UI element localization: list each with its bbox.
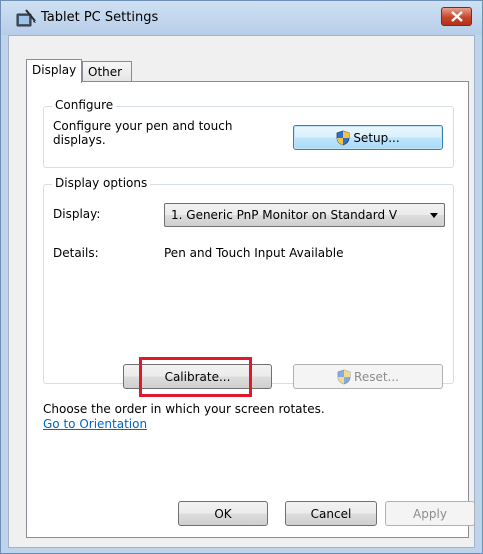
go-to-orientation-link[interactable]: Go to Orientation	[43, 417, 147, 431]
ok-button-label: OK	[214, 506, 232, 521]
configure-group: Configure Configure your pen and touch d…	[43, 98, 454, 168]
display-dropdown-value: 1. Generic PnP Monitor on Standard V	[171, 208, 398, 222]
display-tab-panel: Configure Configure your pen and touch d…	[26, 81, 469, 538]
tab-other-label: Other	[88, 65, 123, 79]
title-bar[interactable]: Tablet PC Settings	[1, 1, 482, 35]
tablet-pc-settings-window: Tablet PC Settings Display Other Configu…	[0, 0, 483, 554]
uac-shield-icon	[336, 130, 350, 145]
display-options-group-title: Display options	[52, 176, 151, 190]
chevron-down-icon	[430, 213, 438, 218]
dialog-client-area: Display Other Configure Configure your p…	[8, 35, 475, 548]
details-value: Pen and Touch Input Available	[164, 246, 344, 260]
window-title: Tablet PC Settings	[41, 10, 159, 25]
orientation-description: Choose the order in which your screen ro…	[43, 402, 325, 416]
setup-button-label: Setup...	[353, 130, 400, 145]
cancel-button[interactable]: Cancel	[285, 501, 377, 526]
reset-button-label: Reset...	[354, 369, 399, 384]
tab-other[interactable]: Other	[82, 61, 132, 83]
close-button[interactable]	[441, 7, 472, 26]
display-dropdown[interactable]: 1. Generic PnP Monitor on Standard V	[164, 203, 445, 227]
cancel-button-label: Cancel	[310, 506, 352, 521]
display-options-group: Display options Display: 1. Generic PnP …	[43, 176, 454, 397]
uac-shield-icon	[337, 369, 351, 384]
apply-button[interactable]: Apply	[385, 501, 475, 526]
calibrate-button-label: Calibrate...	[164, 369, 231, 384]
tab-display[interactable]: Display	[26, 59, 82, 83]
configure-description-line1: Configure your pen and touch	[53, 119, 233, 133]
details-label: Details:	[53, 246, 99, 260]
calibrate-button[interactable]: Calibrate...	[123, 364, 272, 389]
tab-display-label: Display	[32, 63, 77, 77]
apply-button-label: Apply	[413, 506, 447, 521]
ok-button[interactable]: OK	[178, 501, 268, 526]
setup-button[interactable]: Setup...	[293, 125, 443, 150]
configure-group-title: Configure	[52, 98, 117, 112]
reset-button[interactable]: Reset...	[293, 364, 443, 389]
tablet-pen-icon	[16, 9, 36, 27]
configure-description-line2: displays.	[53, 133, 106, 147]
display-label: Display:	[53, 207, 101, 221]
close-icon	[450, 11, 463, 22]
